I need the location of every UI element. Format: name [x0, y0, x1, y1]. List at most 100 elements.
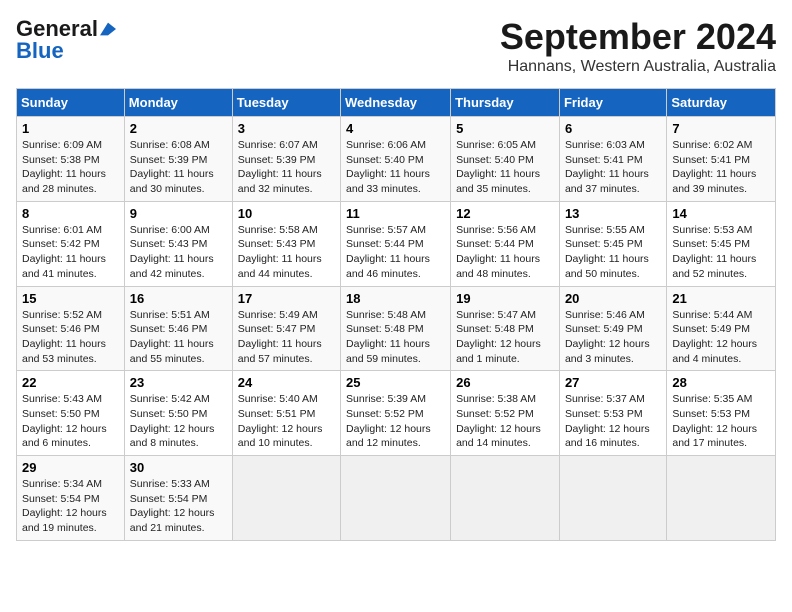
day-info: Sunrise: 5:44 AM Sunset: 5:49 PM Dayligh… — [672, 308, 770, 367]
day-cell: 23Sunrise: 5:42 AM Sunset: 5:50 PM Dayli… — [124, 371, 232, 456]
day-header-monday: Monday — [124, 89, 232, 117]
week-row-1: 1 Sunrise: 6:09 AM Sunset: 5:38 PM Daylig… — [17, 117, 776, 202]
day-info: Sunrise: 5:52 AM Sunset: 5:46 PM Dayligh… — [22, 308, 119, 367]
day-cell: 10 Sunrise: 5:58 AM Sunset: 5:43 PM Dayli… — [232, 201, 340, 286]
day-number: 27 — [565, 375, 661, 390]
header-row: SundayMondayTuesdayWednesdayThursdayFrid… — [17, 89, 776, 117]
day-cell: 26Sunrise: 5:38 AM Sunset: 5:52 PM Dayli… — [451, 371, 560, 456]
day-info: Sunrise: 5:38 AM Sunset: 5:52 PM Dayligh… — [456, 392, 554, 451]
day-info: Sunrise: 5:53 AM Sunset: 5:45 PM Dayligh… — [672, 223, 770, 282]
day-number: 3 — [238, 121, 335, 136]
day-cell: 2 Sunrise: 6:08 AM Sunset: 5:39 PM Daylig… — [124, 117, 232, 202]
day-cell: 29 Sunrise: 5:34 AM Sunset: 5:54 PM Dayli… — [17, 456, 125, 541]
day-cell: 12 Sunrise: 5:56 AM Sunset: 5:44 PM Dayli… — [451, 201, 560, 286]
day-number: 20 — [565, 291, 661, 306]
day-cell: 27 Sunrise: 5:37 AM Sunset: 5:53 PM Dayli… — [559, 371, 666, 456]
day-number: 2 — [130, 121, 227, 136]
day-number: 30 — [130, 460, 227, 475]
day-number: 11 — [346, 206, 445, 221]
day-cell: 9 Sunrise: 6:00 AM Sunset: 5:43 PM Daylig… — [124, 201, 232, 286]
day-cell: 5 Sunrise: 6:05 AM Sunset: 5:40 PM Daylig… — [451, 117, 560, 202]
day-info: Sunrise: 6:05 AM Sunset: 5:40 PM Dayligh… — [456, 138, 554, 197]
week-row-5: 29 Sunrise: 5:34 AM Sunset: 5:54 PM Dayli… — [17, 456, 776, 541]
day-cell: 16Sunrise: 5:51 AM Sunset: 5:46 PM Dayli… — [124, 286, 232, 371]
day-cell — [559, 456, 666, 541]
day-header-sunday: Sunday — [17, 89, 125, 117]
day-number: 4 — [346, 121, 445, 136]
day-cell: 30 Sunrise: 5:33 AM Sunset: 5:54 PM Dayli… — [124, 456, 232, 541]
logo: General Blue — [16, 16, 116, 64]
day-cell: 13Sunrise: 5:55 AM Sunset: 5:45 PM Dayli… — [559, 201, 666, 286]
day-info: Sunrise: 6:01 AM Sunset: 5:42 PM Dayligh… — [22, 223, 119, 282]
day-number: 19 — [456, 291, 554, 306]
day-info: Sunrise: 6:09 AM Sunset: 5:38 PM Dayligh… — [22, 138, 119, 197]
day-number: 28 — [672, 375, 770, 390]
day-info: Sunrise: 5:55 AM Sunset: 5:45 PM Dayligh… — [565, 223, 661, 282]
day-info: Sunrise: 5:35 AM Sunset: 5:53 PM Dayligh… — [672, 392, 770, 451]
day-cell: 17Sunrise: 5:49 AM Sunset: 5:47 PM Dayli… — [232, 286, 340, 371]
day-number: 29 — [22, 460, 119, 475]
day-cell: 22 Sunrise: 5:43 AM Sunset: 5:50 PM Dayli… — [17, 371, 125, 456]
day-number: 1 — [22, 121, 119, 136]
day-cell: 14 Sunrise: 5:53 AM Sunset: 5:45 PM Dayli… — [667, 201, 776, 286]
day-cell: 4 Sunrise: 6:06 AM Sunset: 5:40 PM Daylig… — [341, 117, 451, 202]
day-header-wednesday: Wednesday — [341, 89, 451, 117]
day-info: Sunrise: 5:37 AM Sunset: 5:53 PM Dayligh… — [565, 392, 661, 451]
day-cell: 11 Sunrise: 5:57 AM Sunset: 5:44 PM Dayli… — [341, 201, 451, 286]
day-info: Sunrise: 5:43 AM Sunset: 5:50 PM Dayligh… — [22, 392, 119, 451]
day-info: Sunrise: 5:48 AM Sunset: 5:48 PM Dayligh… — [346, 308, 445, 367]
day-info: Sunrise: 5:56 AM Sunset: 5:44 PM Dayligh… — [456, 223, 554, 282]
day-cell: 1 Sunrise: 6:09 AM Sunset: 5:38 PM Daylig… — [17, 117, 125, 202]
day-info: Sunrise: 5:46 AM Sunset: 5:49 PM Dayligh… — [565, 308, 661, 367]
day-number: 17 — [238, 291, 335, 306]
day-number: 24 — [238, 375, 335, 390]
day-info: Sunrise: 6:00 AM Sunset: 5:43 PM Dayligh… — [130, 223, 227, 282]
day-number: 9 — [130, 206, 227, 221]
week-row-2: 8 Sunrise: 6:01 AM Sunset: 5:42 PM Daylig… — [17, 201, 776, 286]
day-number: 7 — [672, 121, 770, 136]
day-info: Sunrise: 6:06 AM Sunset: 5:40 PM Dayligh… — [346, 138, 445, 197]
day-header-saturday: Saturday — [667, 89, 776, 117]
day-number: 22 — [22, 375, 119, 390]
day-info: Sunrise: 5:57 AM Sunset: 5:44 PM Dayligh… — [346, 223, 445, 282]
day-info: Sunrise: 6:02 AM Sunset: 5:41 PM Dayligh… — [672, 138, 770, 197]
week-row-4: 22 Sunrise: 5:43 AM Sunset: 5:50 PM Dayli… — [17, 371, 776, 456]
day-cell: 20 Sunrise: 5:46 AM Sunset: 5:49 PM Dayli… — [559, 286, 666, 371]
day-number: 18 — [346, 291, 445, 306]
day-cell: 6 Sunrise: 6:03 AM Sunset: 5:41 PM Daylig… — [559, 117, 666, 202]
day-info: Sunrise: 6:08 AM Sunset: 5:39 PM Dayligh… — [130, 138, 227, 197]
day-number: 12 — [456, 206, 554, 221]
day-cell — [451, 456, 560, 541]
title-block: September 2024 Hannans, Western Australi… — [500, 16, 776, 76]
day-info: Sunrise: 5:40 AM Sunset: 5:51 PM Dayligh… — [238, 392, 335, 451]
day-number: 23 — [130, 375, 227, 390]
day-info: Sunrise: 5:34 AM Sunset: 5:54 PM Dayligh… — [22, 477, 119, 536]
day-header-thursday: Thursday — [451, 89, 560, 117]
day-number: 5 — [456, 121, 554, 136]
day-info: Sunrise: 5:33 AM Sunset: 5:54 PM Dayligh… — [130, 477, 227, 536]
day-info: Sunrise: 5:58 AM Sunset: 5:43 PM Dayligh… — [238, 223, 335, 282]
day-info: Sunrise: 6:07 AM Sunset: 5:39 PM Dayligh… — [238, 138, 335, 197]
day-cell — [232, 456, 340, 541]
day-number: 10 — [238, 206, 335, 221]
day-header-friday: Friday — [559, 89, 666, 117]
day-number: 6 — [565, 121, 661, 136]
week-row-3: 15Sunrise: 5:52 AM Sunset: 5:46 PM Dayli… — [17, 286, 776, 371]
day-cell — [667, 456, 776, 541]
day-cell: 3 Sunrise: 6:07 AM Sunset: 5:39 PM Daylig… — [232, 117, 340, 202]
logo-icon — [100, 22, 116, 36]
calendar-title: September 2024 — [500, 16, 776, 58]
day-cell: 19Sunrise: 5:47 AM Sunset: 5:48 PM Dayli… — [451, 286, 560, 371]
day-cell: 15Sunrise: 5:52 AM Sunset: 5:46 PM Dayli… — [17, 286, 125, 371]
day-info: Sunrise: 5:51 AM Sunset: 5:46 PM Dayligh… — [130, 308, 227, 367]
logo-blue: Blue — [16, 38, 64, 64]
day-cell: 18 Sunrise: 5:48 AM Sunset: 5:48 PM Dayli… — [341, 286, 451, 371]
day-number: 25 — [346, 375, 445, 390]
day-number: 14 — [672, 206, 770, 221]
calendar-table: SundayMondayTuesdayWednesdayThursdayFrid… — [16, 88, 776, 541]
day-cell: 7 Sunrise: 6:02 AM Sunset: 5:41 PM Daylig… — [667, 117, 776, 202]
day-number: 21 — [672, 291, 770, 306]
day-number: 8 — [22, 206, 119, 221]
day-info: Sunrise: 6:03 AM Sunset: 5:41 PM Dayligh… — [565, 138, 661, 197]
calendar-subtitle: Hannans, Western Australia, Australia — [500, 58, 776, 76]
